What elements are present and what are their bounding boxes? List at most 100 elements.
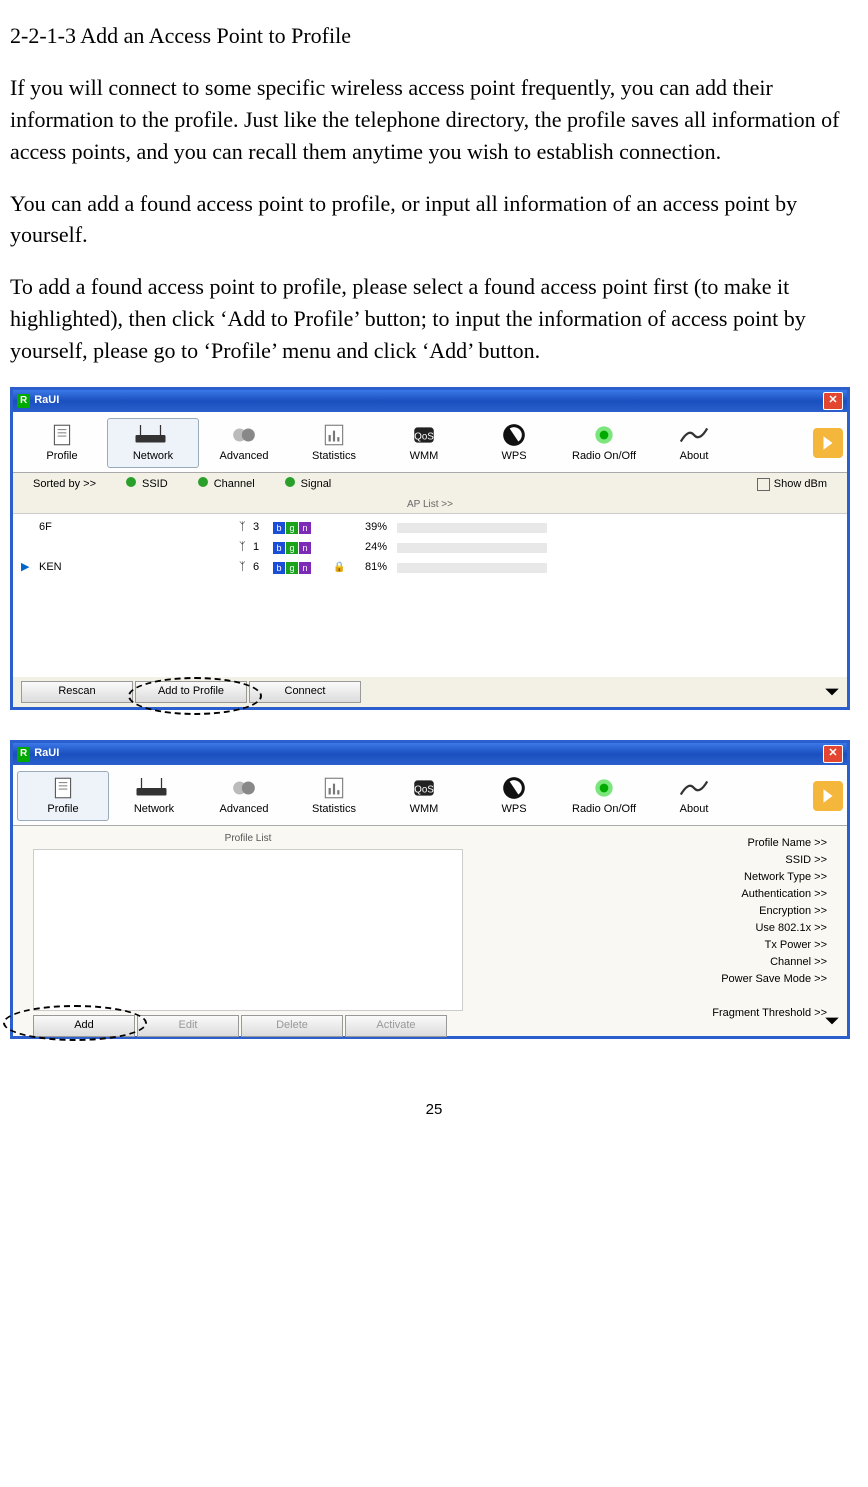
- sort-signal[interactable]: Signal: [285, 477, 332, 493]
- tab-about[interactable]: About: [649, 772, 739, 820]
- expand-arrow-icon[interactable]: [813, 781, 843, 811]
- ap-row[interactable]: ᛉ 1 bgn 24%: [13, 538, 847, 558]
- collapse-arrow-icon[interactable]: [823, 686, 841, 704]
- close-button[interactable]: ✕: [823, 745, 843, 763]
- ap-channel: 1: [253, 540, 273, 556]
- about-icon: [649, 421, 739, 449]
- ap-row[interactable]: ▶ KEN ᛉ 6 bgn 🔒 81%: [13, 558, 847, 578]
- ap-ssid: 6F: [35, 520, 239, 536]
- ap-ssid: KEN: [35, 560, 239, 576]
- main-toolbar: Profile Network Advanced Statistics QoS …: [13, 765, 847, 826]
- tab-wmm[interactable]: QoS WMM: [379, 772, 469, 820]
- tab-statistics[interactable]: Statistics: [289, 419, 379, 467]
- profile-button-row: Add Edit Delete Activate: [33, 1011, 463, 1041]
- connected-icon: ▶: [21, 560, 35, 576]
- tab-wmm[interactable]: QoS WMM: [379, 419, 469, 467]
- ap-list[interactable]: 6F ᛉ 3 bgn 39% ᛉ 1 bgn 24% ▶ KEN ᛉ 6 bgn…: [13, 514, 847, 677]
- tab-radio[interactable]: Radio On/Off: [559, 419, 649, 467]
- rescan-button[interactable]: Rescan: [21, 681, 133, 703]
- tab-advanced-label: Advanced: [199, 449, 289, 465]
- tab-profile[interactable]: Profile: [17, 771, 109, 821]
- detail-8021x: Use 802.1x >>: [473, 921, 827, 938]
- wps-icon: [469, 774, 559, 802]
- profile-icon: [17, 421, 107, 449]
- activate-button[interactable]: Activate: [345, 1015, 447, 1037]
- connect-button[interactable]: Connect: [249, 681, 361, 703]
- tab-network-label: Network: [109, 802, 199, 818]
- signal-bar: [397, 543, 547, 553]
- advanced-icon: [199, 774, 289, 802]
- add-button[interactable]: Add: [33, 1015, 135, 1037]
- detail-channel: Channel >>: [473, 955, 827, 972]
- close-button[interactable]: ✕: [823, 392, 843, 410]
- tab-network[interactable]: Network: [107, 418, 199, 468]
- page-number: 25: [10, 1099, 858, 1121]
- detail-rts: [473, 989, 827, 1006]
- sort-row: Sorted by >> SSID Channel Signal Show dB…: [13, 473, 847, 497]
- titlebar: R RaUI ✕: [13, 743, 847, 765]
- delete-button[interactable]: Delete: [241, 1015, 343, 1037]
- antenna-icon: ᛉ: [239, 520, 253, 536]
- tab-profile-label: Profile: [17, 449, 107, 465]
- add-to-profile-button[interactable]: Add to Profile: [135, 681, 247, 703]
- collapse-arrow-icon[interactable]: [823, 1015, 841, 1033]
- sort-channel[interactable]: Channel: [198, 477, 255, 493]
- paragraph-2: You can add a found access point to prof…: [10, 188, 858, 252]
- network-icon: [109, 774, 199, 802]
- ap-row[interactable]: 6F ᛉ 3 bgn 39%: [13, 518, 847, 538]
- detail-profile-name: Profile Name >>: [473, 836, 827, 853]
- tab-radio-label: Radio On/Off: [559, 802, 649, 818]
- signal-pct: 39%: [347, 520, 397, 536]
- detail-encryption: Encryption >>: [473, 904, 827, 921]
- network-icon: [108, 421, 198, 449]
- edit-button[interactable]: Edit: [137, 1015, 239, 1037]
- mode-badges: bgn: [273, 562, 333, 574]
- tab-statistics-label: Statistics: [289, 802, 379, 818]
- tab-wps-label: WPS: [469, 449, 559, 465]
- antenna-icon: ᛉ: [239, 540, 253, 556]
- signal-bar: [397, 563, 547, 573]
- tab-advanced[interactable]: Advanced: [199, 419, 289, 467]
- section-heading: 2-2-1-3 Add an Access Point to Profile: [10, 20, 858, 52]
- tab-wps[interactable]: WPS: [469, 772, 559, 820]
- raui-window-network: R RaUI ✕ Profile Network Advanced: [10, 387, 850, 710]
- window-title: RaUI: [34, 393, 823, 409]
- ap-channel: 3: [253, 520, 273, 536]
- show-dbm-checkbox[interactable]: Show dBm: [757, 477, 827, 493]
- profile-body: Profile List Add Edit Delete Activate Pr…: [13, 826, 847, 1036]
- tab-radio-label: Radio On/Off: [559, 449, 649, 465]
- mode-badges: bgn: [273, 522, 333, 534]
- paragraph-1: If you will connect to some specific wir…: [10, 72, 858, 168]
- advanced-icon: [199, 421, 289, 449]
- raui-window-profile: R RaUI ✕ Profile Network Advanced: [10, 740, 850, 1039]
- tab-statistics[interactable]: Statistics: [289, 772, 379, 820]
- about-icon: [649, 774, 739, 802]
- mode-badges: bgn: [273, 542, 333, 554]
- signal-pct: 24%: [347, 540, 397, 556]
- detail-fragment: Fragment Threshold >>: [473, 1006, 827, 1023]
- tab-profile-label: Profile: [18, 802, 108, 818]
- tab-radio[interactable]: Radio On/Off: [559, 772, 649, 820]
- app-badge: R: [17, 394, 30, 409]
- statistics-icon: [289, 774, 379, 802]
- profile-list-box[interactable]: [33, 849, 463, 1011]
- tab-profile[interactable]: Profile: [17, 419, 107, 467]
- detail-txpower: Tx Power >>: [473, 938, 827, 955]
- antenna-icon: ᛉ: [239, 560, 253, 576]
- profile-detail-panel: Profile Name >> SSID >> Network Type >> …: [473, 826, 847, 1036]
- window-title: RaUI: [34, 746, 823, 762]
- tab-wps[interactable]: WPS: [469, 419, 559, 467]
- wmm-icon: QoS: [379, 421, 469, 449]
- tab-advanced[interactable]: Advanced: [199, 772, 289, 820]
- signal-bar: [397, 523, 547, 533]
- statistics-icon: [289, 421, 379, 449]
- tab-network[interactable]: Network: [109, 772, 199, 820]
- titlebar: R RaUI ✕: [13, 390, 847, 412]
- sort-ssid[interactable]: SSID: [126, 477, 168, 493]
- tab-about[interactable]: About: [649, 419, 739, 467]
- svg-text:QoS: QoS: [414, 431, 434, 442]
- tab-wmm-label: WMM: [379, 449, 469, 465]
- profile-icon: [18, 774, 108, 802]
- svg-text:QoS: QoS: [414, 785, 434, 796]
- expand-arrow-icon[interactable]: [813, 428, 843, 458]
